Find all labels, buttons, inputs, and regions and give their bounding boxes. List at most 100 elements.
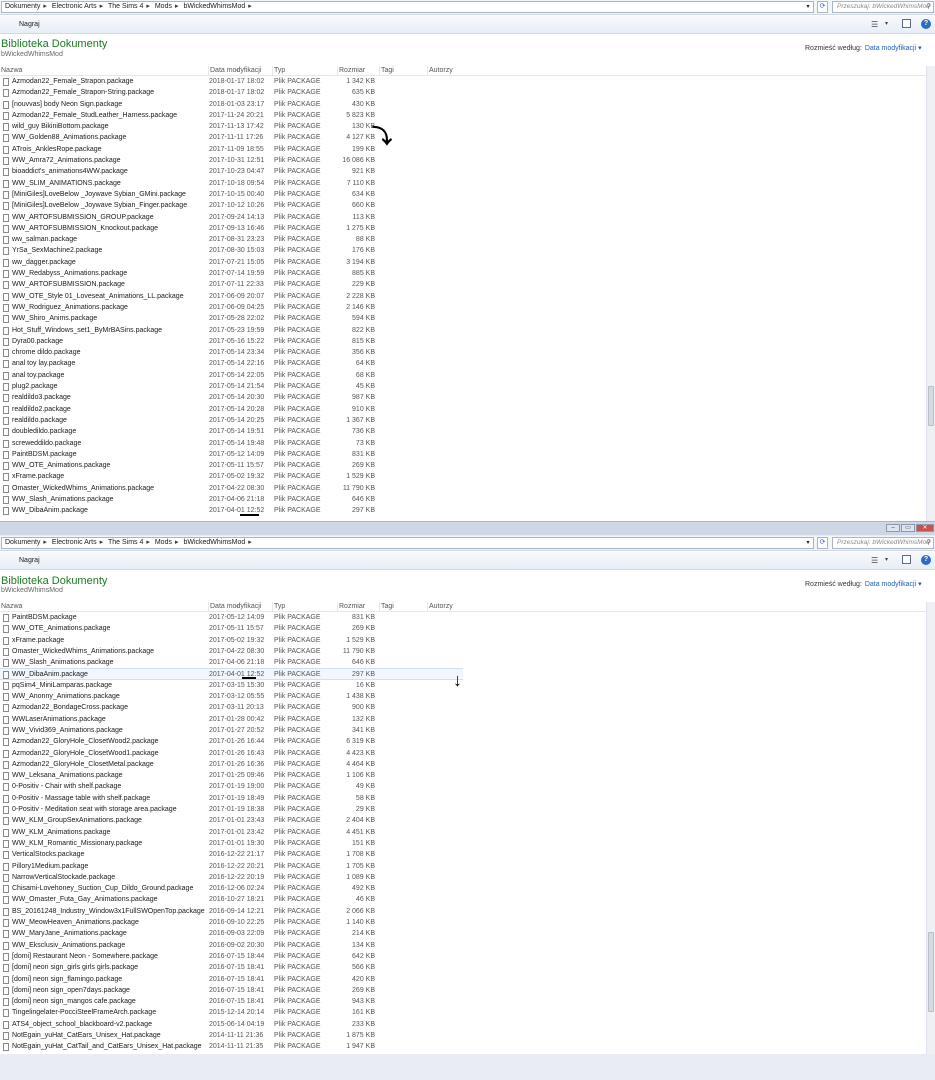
file-row[interactable]: WW_Amra72_Animations.package 2017-10-31 1…	[0, 155, 926, 166]
file-row[interactable]: WW_Vivid369_Animations.package 2017-01-27…	[0, 725, 926, 736]
burn-button[interactable]: Nagraj	[19, 556, 40, 565]
address-dropdown-icon[interactable]: ▾	[804, 539, 812, 548]
crumb-separator[interactable]: ▸	[43, 3, 47, 10]
file-row[interactable]: WW_MeowHeaven_Animations.package 2016-09-…	[0, 917, 926, 928]
crumb-separator[interactable]: ▸	[175, 539, 179, 546]
column-header-authors[interactable]: Autorzy	[427, 602, 467, 612]
file-row[interactable]: bioaddict's_animations4WW.package 2017-10…	[0, 166, 926, 177]
search-input[interactable]: Przeszukaj: bWickedWhimsMod ⚲	[832, 537, 934, 549]
close-button[interactable]: ✕	[916, 524, 934, 532]
file-row[interactable]: WW_Anonny_Animations.package 2017-03-12 0…	[0, 691, 926, 702]
file-row[interactable]: [domi] neon sign_flamingo.package 2016-07…	[0, 974, 926, 985]
refresh-icon[interactable]: ⟳	[817, 1, 828, 13]
crumb-separator[interactable]: ▸	[100, 3, 104, 10]
file-row[interactable]: Omaster_WickedWhims_Animations.package 20…	[0, 483, 926, 494]
crumb-separator[interactable]: ▸	[248, 3, 252, 10]
file-row[interactable]: NotEgain_yuHat_CatEars_Unisex_Hat.packag…	[0, 1030, 926, 1041]
file-row[interactable]: 0-Positiv - Chair with shelf.package 2017…	[0, 781, 926, 792]
file-row[interactable]: [domi] neon sign_girls girls girls.packa…	[0, 962, 926, 973]
file-row[interactable]: Omaster_WickedWhims_Animations.package 20…	[0, 646, 926, 657]
file-row[interactable]: wild_guy BikiniBottom.package 2017-11-13 …	[0, 121, 926, 132]
file-row[interactable]: WW_DibaAnim.package 2017-04-01 12:52 Plik …	[0, 668, 463, 680]
arrange-by-dropdown[interactable]: Data modyfikacji ▾	[865, 581, 922, 588]
file-row[interactable]: chrome dildo.package 2017-05-14 23:34 Plik…	[0, 347, 926, 358]
crumb-electronic-arts[interactable]: Electronic Arts	[52, 539, 97, 546]
file-row[interactable]: anal toy lay.package 2017-05-14 22:16 Plik…	[0, 358, 926, 369]
file-row[interactable]: WW_Slash_Animations.package 2017-04-06 21…	[0, 494, 926, 505]
maximize-button[interactable]: ▭	[901, 524, 915, 532]
file-row[interactable]: WW_KLM_Animations.package 2017-01-01 23:4…	[0, 827, 926, 838]
file-row[interactable]: WW_SLIM_ANIMATIONS.package 2017-10-18 09:…	[0, 178, 926, 189]
minimize-button[interactable]: –	[886, 524, 900, 532]
column-header-name[interactable]: Nazwa	[0, 602, 22, 612]
crumb-dokumenty[interactable]: Dokumenty	[5, 3, 40, 10]
help-icon[interactable]: ?	[921, 19, 931, 29]
file-row[interactable]: WW_KLM_Romantic_Missionary.package 2017-0…	[0, 838, 926, 849]
file-row[interactable]: Azmodan22_Female_StudLeather_Harness.pac…	[0, 110, 926, 121]
file-row[interactable]: [domi] neon sign_mangos cafe.package 2016…	[0, 996, 926, 1007]
file-row[interactable]: Pillory1Medium.package 2016-12-22 20:21 Pl…	[0, 861, 926, 872]
crumb-the-sims-4[interactable]: The Sims 4	[108, 3, 143, 10]
file-row[interactable]: 0-Positiv - Massage table with shelf.pac…	[0, 793, 926, 804]
file-row[interactable]: NarrowVerticalStockade.package 2016-12-22…	[0, 872, 926, 883]
file-row[interactable]: Chisami-Lovehoney_Suction_Cup_Dildo_Grou…	[0, 883, 926, 894]
file-row[interactable]: WW_ARTOFSUBMISSION.package 2017-07-11 22:…	[0, 279, 926, 290]
file-row[interactable]: WW_ARTOFSUBMISSION_GROUP.package 2017-09-…	[0, 212, 926, 223]
file-row[interactable]: WW_Omaster_Futa_Gay_Animations.package 20…	[0, 894, 926, 905]
column-header-date[interactable]: Data modyfikacji	[208, 66, 270, 76]
file-row[interactable]: Tingelingelater-PocciSteelFrameArch.pack…	[0, 1007, 926, 1018]
crumb-bwickedwhimsmod[interactable]: bWickedWhimsMod	[183, 3, 245, 10]
file-row[interactable]: WW_Shiro_Anims.package 2017-05-28 22:02 Pl…	[0, 313, 926, 324]
search-icon[interactable]: ⚲	[926, 538, 931, 548]
address-bar[interactable]: Dokumenty ▸ Electronic Arts ▸ The Sims 4 ▸ …	[1, 1, 814, 13]
file-row[interactable]: WW_OTE_Style 01_Loveseat_Animations_LL.p…	[0, 291, 926, 302]
file-row[interactable]: WW_Slash_Animations.package 2017-04-06 21…	[0, 657, 926, 668]
file-row[interactable]: pqSim4_MiniLamparas.package 2017-03-15 15…	[0, 680, 926, 691]
crumb-mods[interactable]: Mods	[155, 539, 172, 546]
help-icon[interactable]: ?	[921, 555, 931, 565]
file-row[interactable]: [nouvvas] body Neon Sign.package 2018-01-…	[0, 99, 926, 110]
file-row[interactable]: [MiniGiles]LoveBelow _Joywave Sybian_Fin…	[0, 200, 926, 211]
file-row[interactable]: WW_Rodriguez_Animations.package 2017-06-0…	[0, 302, 926, 313]
file-row[interactable]: Hot_Stuff_Windows_set1_ByMrBASins.packag…	[0, 325, 926, 336]
column-header-size[interactable]: Rozmiar	[337, 602, 377, 612]
file-row[interactable]: WW_Eksclusiv_Animations.package 2016-09-0…	[0, 940, 926, 951]
file-row[interactable]: Azmodan22_GloryHole_ClosetMetal.package 2…	[0, 759, 926, 770]
file-row[interactable]: ww_salman.package 2017-08-31 23:23 Plik PA…	[0, 234, 926, 245]
file-row[interactable]: Azmodan22_Female_Strapon-String.package 2…	[0, 87, 926, 98]
file-row[interactable]: realdildo3.package 2017-05-14 20:30 Plik P…	[0, 392, 926, 403]
file-row[interactable]: [domi] neon sign_open7days.package 2016-0…	[0, 985, 926, 996]
scrollbar-thumb[interactable]	[928, 386, 934, 426]
column-header-authors[interactable]: Autorzy	[427, 66, 467, 76]
file-row[interactable]: realdildo2.package 2017-05-14 20:28 Plik P…	[0, 404, 926, 415]
crumb-the-sims-4[interactable]: The Sims 4	[108, 539, 143, 546]
crumb-dokumenty[interactable]: Dokumenty	[5, 539, 40, 546]
burn-button[interactable]: Nagraj	[19, 20, 40, 29]
column-header-tags[interactable]: Tagi	[379, 66, 426, 76]
file-row[interactable]: plug2.package 2017-05-14 21:54 Plik PACKAG…	[0, 381, 926, 392]
file-row[interactable]: ww_dagger.package 2017-07-21 15:05 Plik PA…	[0, 257, 926, 268]
crumb-electronic-arts[interactable]: Electronic Arts	[52, 3, 97, 10]
column-header-type[interactable]: Typ	[272, 66, 334, 76]
crumb-separator[interactable]: ▸	[100, 539, 104, 546]
file-row[interactable]: anal toy.package 2017-05-14 22:05 Plik PAC…	[0, 370, 926, 381]
file-row[interactable]: Dyra00.package 2017-05-16 15:22 Plik PACKA…	[0, 336, 926, 347]
file-row[interactable]: WW_OTE_Animations.package 2017-05-11 15:5…	[0, 460, 926, 471]
preview-pane-icon[interactable]	[902, 19, 911, 28]
crumb-separator[interactable]: ▸	[43, 539, 47, 546]
file-row[interactable]: ATrois_AnklesRope.package 2017-11-09 18:5…	[0, 144, 926, 155]
address-dropdown-icon[interactable]: ▾	[804, 3, 812, 12]
view-options-icon[interactable]: ☰	[871, 556, 878, 565]
view-dropdown-icon[interactable]: ▾	[885, 20, 888, 27]
view-dropdown-icon[interactable]: ▾	[885, 556, 888, 563]
scrollbar-thumb[interactable]	[928, 932, 934, 1012]
vertical-scrollbar[interactable]	[926, 602, 935, 1054]
crumb-mods[interactable]: Mods	[155, 3, 172, 10]
arrange-by-dropdown[interactable]: Data modyfikacji ▾	[865, 45, 922, 52]
file-row[interactable]: NotEgain_yuHat_CatTail_and_CatEars_Unise…	[0, 1041, 926, 1052]
vertical-scrollbar[interactable]	[926, 66, 935, 521]
refresh-icon[interactable]: ⟳	[817, 537, 828, 549]
crumb-bwickedwhimsmod[interactable]: bWickedWhimsMod	[183, 539, 245, 546]
file-row[interactable]: PaintBDSM.package 2017-05-12 14:09 Plik PA…	[0, 612, 926, 623]
file-row[interactable]: WW_OTE_Animations.package 2017-05-11 15:5…	[0, 623, 926, 634]
